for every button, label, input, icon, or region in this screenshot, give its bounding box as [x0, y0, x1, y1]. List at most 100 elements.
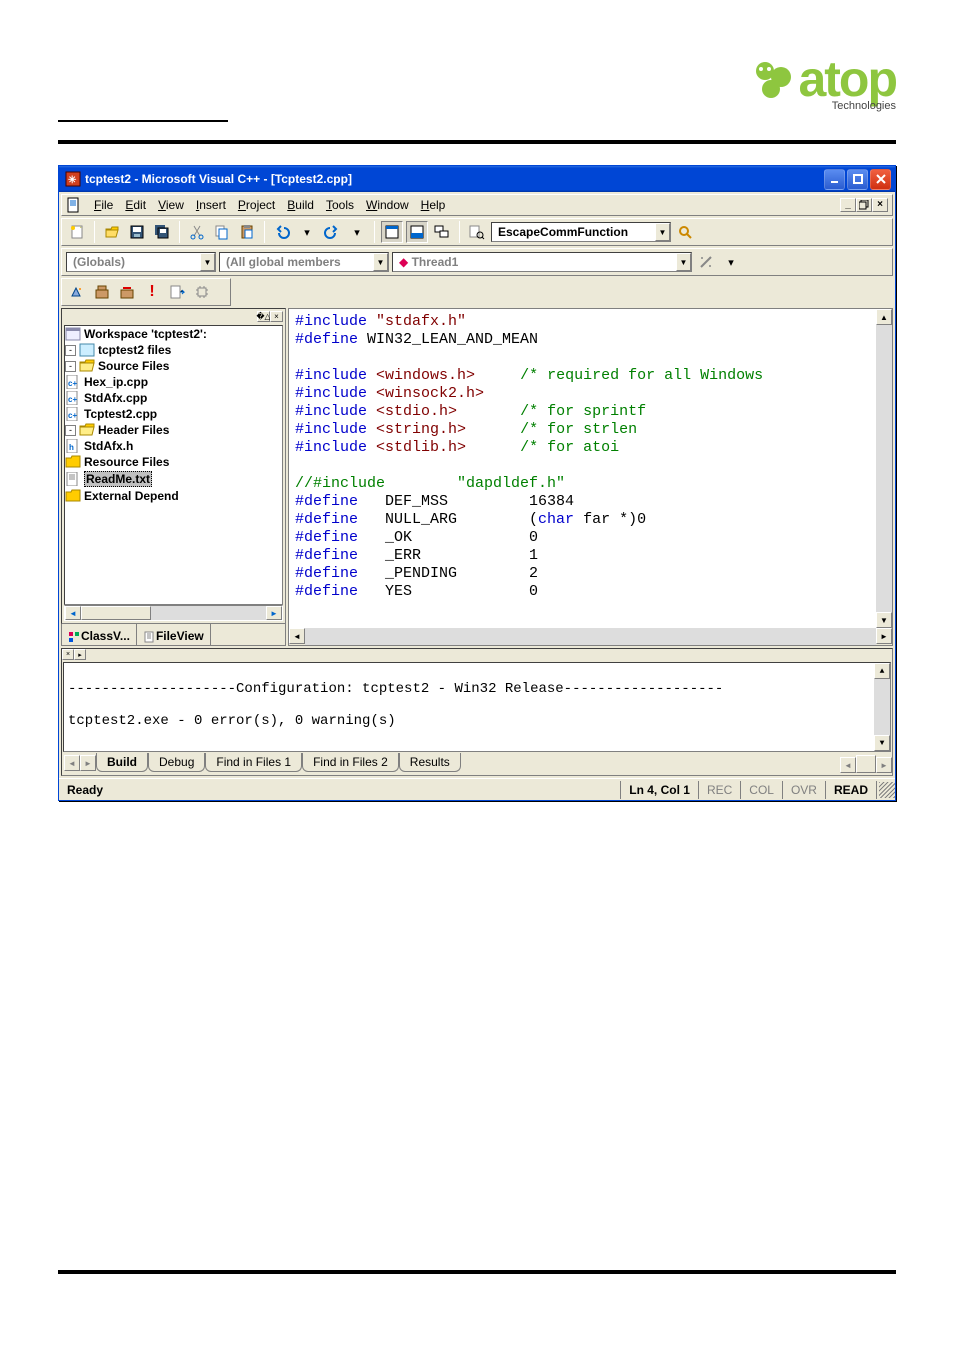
- insert-breakpoint-button[interactable]: [191, 281, 213, 303]
- workspace-tree[interactable]: Workspace 'tcptest2': -tcptest2 files -S…: [64, 325, 283, 605]
- collapse-icon[interactable]: -: [65, 425, 76, 436]
- function-combo[interactable]: ◆ Thread1 ▼: [392, 252, 692, 272]
- output-vscrollbar[interactable]: ▲ ▼: [874, 663, 890, 751]
- build-button[interactable]: [91, 281, 113, 303]
- cut-button[interactable]: [186, 221, 208, 243]
- find-combo-value: EscapeCommFunction: [492, 225, 655, 239]
- dropdown-icon[interactable]: ▼: [373, 253, 388, 271]
- output-hscroll-left[interactable]: ◄: [840, 757, 856, 773]
- undo-button[interactable]: [271, 221, 293, 243]
- menu-edit[interactable]: Edit: [119, 196, 152, 214]
- undo-dropdown[interactable]: ▾: [296, 221, 318, 243]
- fileview-icon: [143, 631, 153, 641]
- dropdown-icon[interactable]: ▼: [655, 223, 670, 241]
- scroll-left-icon[interactable]: ◄: [289, 628, 305, 644]
- svg-text:h: h: [69, 443, 74, 452]
- menu-bar: File Edit View Insert Project Build Tool…: [61, 194, 893, 216]
- menu-window[interactable]: Window: [360, 196, 415, 214]
- page-underline: [58, 120, 228, 122]
- scroll-right-icon[interactable]: ►: [266, 606, 282, 620]
- menu-insert[interactable]: Insert: [190, 196, 232, 214]
- minimize-button[interactable]: [824, 169, 845, 190]
- collapse-icon[interactable]: -: [65, 361, 76, 372]
- mdi-restore-button[interactable]: [856, 198, 872, 212]
- go-button[interactable]: [166, 281, 188, 303]
- output-tab-find1[interactable]: Find in Files 1: [205, 753, 302, 772]
- menu-project[interactable]: Project: [232, 196, 281, 214]
- compile-button[interactable]: [66, 281, 88, 303]
- dropdown-icon[interactable]: ▼: [676, 253, 691, 271]
- mdi-close-button[interactable]: ×: [872, 198, 888, 212]
- copy-button[interactable]: [211, 221, 233, 243]
- output-body[interactable]: --------------------Configuration: tcpte…: [63, 662, 891, 752]
- window-list-button[interactable]: [431, 221, 453, 243]
- scope-combo[interactable]: (Globals) ▼: [66, 252, 216, 272]
- redo-button[interactable]: [321, 221, 343, 243]
- tab-classview[interactable]: ClassV...: [62, 624, 137, 645]
- menu-build[interactable]: Build: [281, 196, 320, 214]
- window-title: tcptest2 - Microsoft Visual C++ - [Tcpte…: [85, 172, 824, 186]
- tree-file[interactable]: StdAfx.cpp: [84, 391, 147, 405]
- output-tab-debug[interactable]: Debug: [148, 753, 205, 772]
- output-tab-results[interactable]: Results: [399, 753, 461, 772]
- pane-close-button[interactable]: ×: [270, 311, 283, 322]
- scroll-right-icon[interactable]: ►: [876, 628, 892, 644]
- output-tab-find2[interactable]: Find in Files 2: [302, 753, 399, 772]
- app-window: ✳ tcptest2 - Microsoft Visual C++ - [Tcp…: [58, 165, 896, 801]
- editor-body[interactable]: #include "stdafx.h" #define WIN32_LEAN_A…: [289, 309, 892, 645]
- output-window-button[interactable]: [406, 221, 428, 243]
- scroll-down-icon[interactable]: ▼: [876, 612, 892, 628]
- open-button[interactable]: [101, 221, 123, 243]
- output-close-button[interactable]: ×: [62, 649, 74, 660]
- scroll-up-icon[interactable]: ▲: [876, 309, 892, 325]
- svg-text:c+: c+: [68, 379, 77, 388]
- find-button[interactable]: [674, 221, 696, 243]
- menu-help[interactable]: Help: [415, 196, 452, 214]
- dropdown-icon[interactable]: ▼: [200, 253, 215, 271]
- menu-file[interactable]: File: [88, 196, 119, 214]
- wizard-action-button[interactable]: [695, 251, 717, 273]
- code-editor[interactable]: #include "stdafx.h" #define WIN32_LEAN_A…: [288, 308, 893, 646]
- members-combo[interactable]: (All global members ▼: [219, 252, 389, 272]
- paste-button[interactable]: [236, 221, 258, 243]
- save-all-button[interactable]: [151, 221, 173, 243]
- tab-fileview[interactable]: FileView: [137, 623, 211, 645]
- status-cursor: Ln 4, Col 1: [621, 781, 699, 799]
- scroll-thumb[interactable]: [81, 606, 151, 620]
- menu-tools[interactable]: Tools: [320, 196, 360, 214]
- find-combo[interactable]: EscapeCommFunction ▼: [491, 222, 671, 242]
- workspace-window-button[interactable]: [381, 221, 403, 243]
- maximize-button[interactable]: [847, 169, 868, 190]
- function-icon: ◆: [399, 255, 412, 269]
- scroll-left-icon[interactable]: ◄: [65, 606, 81, 620]
- tree-file[interactable]: Tcptest2.cpp: [84, 407, 157, 421]
- titlebar[interactable]: ✳ tcptest2 - Microsoft Visual C++ - [Tcp…: [59, 166, 895, 192]
- scroll-up-icon[interactable]: ▲: [874, 663, 890, 679]
- find-in-files-button[interactable]: [466, 221, 488, 243]
- output-dock-button[interactable]: ▸: [74, 649, 86, 660]
- new-text-button[interactable]: [66, 221, 88, 243]
- dock-button[interactable]: �△: [257, 311, 270, 322]
- wizard-dropdown[interactable]: ▾: [720, 251, 742, 273]
- close-button[interactable]: [870, 169, 891, 190]
- tree-file[interactable]: ReadMe.txt: [84, 471, 152, 487]
- editor-hscrollbar[interactable]: ◄ ►: [289, 628, 892, 645]
- tree-file[interactable]: StdAfx.h: [84, 439, 133, 453]
- execute-button[interactable]: !: [141, 281, 163, 303]
- folder-icon: [65, 489, 81, 503]
- tree-file[interactable]: Hex_ip.cpp: [84, 375, 148, 389]
- redo-dropdown[interactable]: ▾: [346, 221, 368, 243]
- output-tab-build[interactable]: Build: [96, 753, 148, 772]
- scroll-down-icon[interactable]: ▼: [874, 735, 890, 751]
- tree-hscrollbar[interactable]: ◄ ►: [64, 605, 283, 621]
- workspace-icon: [65, 327, 81, 341]
- output-hscroll-right[interactable]: ►: [876, 757, 892, 773]
- editor-vscrollbar[interactable]: ▲ ▼: [876, 309, 892, 628]
- save-button[interactable]: [126, 221, 148, 243]
- menu-view[interactable]: View: [152, 196, 190, 214]
- h-file-icon: h: [65, 439, 81, 453]
- resize-grip[interactable]: [879, 782, 895, 798]
- mdi-minimize-button[interactable]: _: [840, 198, 856, 212]
- collapse-icon[interactable]: -: [65, 345, 76, 356]
- stop-build-button[interactable]: [116, 281, 138, 303]
